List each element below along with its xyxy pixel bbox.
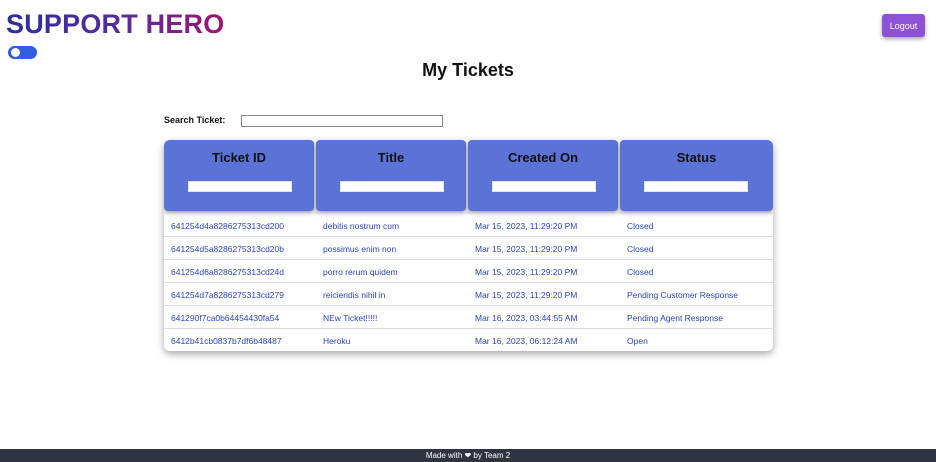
- filter-title-input[interactable]: [340, 181, 444, 192]
- ticket-status: Closed: [627, 221, 654, 231]
- footer: Made with ❤ by Team 2: [0, 449, 936, 462]
- search-label: Search Ticket:: [164, 115, 226, 125]
- ticket-title: NEw Ticket!!!!!: [323, 313, 378, 323]
- tickets-table: Ticket ID Title Created On Status 641254…: [164, 140, 773, 351]
- logout-button[interactable]: Logout: [882, 14, 925, 37]
- column-header-status: Status: [620, 140, 773, 211]
- ticket-title: porro rerum quidem: [323, 267, 398, 277]
- page-title: My Tickets: [422, 60, 514, 80]
- ticket-id[interactable]: 641254d4a8286275313cd200: [171, 221, 284, 231]
- table-row[interactable]: 641254d6a8286275313cd24d porro rerum qui…: [164, 259, 773, 283]
- ticket-title: possimus enim non: [323, 244, 397, 254]
- search-input[interactable]: [241, 115, 443, 127]
- ticket-status: Open: [627, 336, 648, 346]
- ticket-status: Pending Customer Response: [627, 290, 739, 300]
- filter-ticket-id-input[interactable]: [188, 181, 292, 192]
- column-title: Title: [377, 150, 405, 165]
- ticket-id[interactable]: 641290f7ca0b64454430fa54: [171, 313, 279, 323]
- ticket-created: Mar 15, 2023, 11:29:20 PM: [475, 244, 578, 254]
- column-title: Status: [676, 150, 717, 165]
- column-header-ticket-id: Ticket ID: [164, 140, 314, 211]
- ticket-title: reiciendis nihil in: [323, 290, 386, 300]
- ticket-id[interactable]: 641254d7a8286275313cd279: [171, 290, 284, 300]
- ticket-status: Pending Agent Response: [627, 313, 723, 323]
- ticket-title: Heroku: [323, 336, 351, 346]
- column-title: Created On: [507, 150, 579, 165]
- toggle-knob: [11, 48, 20, 57]
- ticket-status: Closed: [627, 267, 654, 277]
- table-row[interactable]: 641254d7a8286275313cd279 reiciendis nihi…: [164, 282, 773, 306]
- ticket-created: Mar 16, 2023, 03:44:55 AM: [475, 313, 578, 323]
- ticket-created: Mar 15, 2023, 11:29:20 PM: [475, 221, 578, 231]
- table-header: Ticket ID Title Created On Status: [164, 140, 773, 213]
- ticket-status: Closed: [627, 244, 654, 254]
- filter-status-input[interactable]: [644, 181, 748, 192]
- ticket-created: Mar 15, 2023, 11:29:20 PM: [475, 267, 578, 277]
- ticket-created: Mar 15, 2023, 11:29:20 PM: [475, 290, 578, 300]
- column-header-created-on: Created On: [468, 140, 618, 211]
- app-logo: SUPPORT HERO: [6, 9, 225, 39]
- theme-toggle[interactable]: [8, 46, 37, 59]
- table-row[interactable]: 641254d5a8286275313cd20b possimus enim n…: [164, 236, 773, 260]
- table-row[interactable]: 641254d4a8286275313cd200 debitis nostrum…: [164, 213, 773, 237]
- ticket-id[interactable]: 641254d6a8286275313cd24d: [171, 267, 284, 277]
- ticket-created: Mar 16, 2023, 06:12:24 AM: [475, 336, 578, 346]
- column-title: Ticket ID: [212, 150, 266, 165]
- filter-created-on-input[interactable]: [492, 181, 596, 192]
- ticket-id[interactable]: 641254d5a8286275313cd20b: [171, 244, 284, 254]
- column-header-title: Title: [316, 140, 466, 211]
- ticket-title: debitis nostrum cum: [323, 221, 400, 231]
- ticket-id[interactable]: 6412b41cb0837b7df6b48487: [171, 336, 282, 346]
- table-row[interactable]: 6412b41cb0837b7df6b48487 Heroku Mar 16, …: [164, 328, 773, 351]
- table-row[interactable]: 641290f7ca0b64454430fa54 NEw Ticket!!!!!…: [164, 305, 773, 329]
